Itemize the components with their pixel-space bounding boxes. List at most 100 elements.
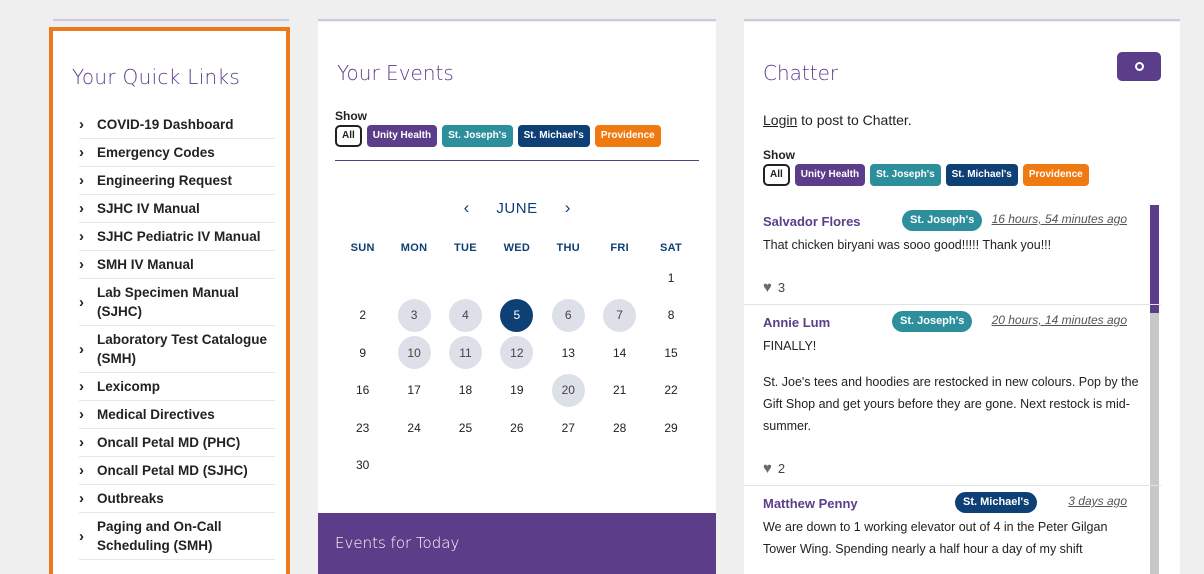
calendar-week: 23 24 25 26 27 28 29 [337, 409, 697, 447]
post-site-badge: St. Michael's [955, 492, 1038, 513]
calendar-day-cell: 2 [337, 299, 388, 332]
post-like-count: 2 [777, 460, 786, 476]
calendar-day-cell: 23 [337, 411, 388, 444]
calendar-day-today[interactable]: 5 [500, 298, 534, 332]
post-timestamp[interactable]: 3 days ago [1068, 494, 1127, 508]
calendar-day[interactable]: 24 [398, 411, 431, 444]
quick-link-laboratory-test-catalogue[interactable]: › Laboratory Test Catalogue (SMH) [79, 326, 275, 373]
login-link[interactable]: Login [763, 112, 797, 128]
calendar-day[interactable]: 29 [655, 411, 688, 444]
chatter-filter-st-josephs[interactable]: St. Joseph's [870, 164, 941, 186]
chevron-right-icon: › [79, 434, 84, 451]
calendar-day[interactable]: 14 [603, 336, 636, 369]
quick-link-oncall-petal-sjhc[interactable]: › Oncall Petal MD (SJHC) [79, 457, 275, 485]
quick-link-oncall-petal-phc[interactable]: › Oncall Petal MD (PHC) [79, 429, 275, 457]
calendar-day[interactable]: 15 [655, 336, 688, 369]
calendar-day-cell: 27 [543, 411, 594, 444]
chatter-post: Matthew Penny St. Michael's 3 days ago W… [744, 486, 1161, 574]
chatter-toggle-button[interactable] [1117, 52, 1161, 81]
chevron-right-icon: › [79, 116, 84, 133]
calendar-day-with-event[interactable]: 4 [448, 298, 482, 332]
heart-icon[interactable]: ♥ [763, 279, 772, 296]
weekday-mon: MON [400, 242, 428, 254]
calendar-day[interactable]: 9 [346, 336, 379, 369]
calendar-day[interactable]: 2 [346, 299, 379, 332]
quick-link-lab-specimen-manual[interactable]: › Lab Specimen Manual (SJHC) [79, 279, 275, 326]
quick-link-medical-directives[interactable]: › Medical Directives [79, 401, 275, 429]
calendar-day-cell: 30 [337, 449, 388, 482]
post-body: FINALLY! St. Joe's tees and hoodies are … [763, 335, 1143, 437]
chatter-filter-all[interactable]: All [763, 164, 790, 186]
calendar-day[interactable]: 27 [552, 411, 585, 444]
chatter-filters: All Unity Health St. Joseph's St. Michae… [763, 164, 1089, 186]
post-text: That chicken biryani was sooo good!!!!! … [763, 238, 1052, 252]
calendar-week: 9 10 11 12 13 14 15 [337, 334, 697, 372]
calendar-day-with-event[interactable]: 10 [397, 336, 431, 370]
calendar-day[interactable]: 26 [500, 411, 533, 444]
quick-link-emergency-codes[interactable]: › Emergency Codes [79, 139, 275, 167]
calendar-day[interactable]: 21 [603, 374, 636, 407]
chatter-title: Chatter [763, 61, 839, 85]
chatter-filter-unity-health[interactable]: Unity Health [794, 164, 866, 186]
quick-link-outbreaks[interactable]: › Outbreaks [79, 485, 275, 513]
calendar-day[interactable]: 13 [552, 336, 585, 369]
weekday-tue: TUE [454, 242, 477, 254]
calendar-day-with-event[interactable]: 3 [397, 298, 431, 332]
events-filter-st-josephs[interactable]: St. Joseph's [442, 125, 513, 147]
calendar-day[interactable]: 1 [655, 261, 688, 294]
post-author[interactable]: Annie Lum [763, 315, 830, 330]
quick-link-engineering-request[interactable]: › Engineering Request [79, 167, 275, 195]
calendar-day-cell: 28 [594, 411, 645, 444]
chatter-filter-providence[interactable]: Providence [1022, 164, 1089, 186]
post-author[interactable]: Salvador Flores [763, 214, 861, 229]
post-author[interactable]: Matthew Penny [763, 496, 858, 511]
chevron-right-icon: › [79, 256, 84, 273]
chevron-right-icon: › [79, 228, 84, 245]
post-text: St. Joe's tees and hoodies are restocked… [763, 375, 1139, 433]
post-timestamp[interactable]: 20 hours, 14 minutes ago [992, 313, 1127, 327]
events-filter-unity-health[interactable]: Unity Health [366, 125, 438, 147]
calendar-day-cell: 13 [543, 336, 594, 369]
calendar-day[interactable]: 30 [346, 449, 379, 482]
quick-link-covid-dashboard[interactable]: › COVID-19 Dashboard [79, 111, 275, 139]
calendar-day[interactable]: 22 [655, 374, 688, 407]
quick-link-sjhc-pediatric-iv-manual[interactable]: › SJHC Pediatric IV Manual [79, 223, 275, 251]
quick-link-smh-iv-manual[interactable]: › SMH IV Manual [79, 251, 275, 279]
next-month-chevron-right-icon[interactable]: › [560, 198, 576, 218]
post-timestamp[interactable]: 16 hours, 54 minutes ago [992, 212, 1127, 226]
calendar-day[interactable]: 16 [346, 374, 379, 407]
calendar-day-with-event[interactable]: 6 [551, 298, 585, 332]
calendar-day[interactable]: 17 [398, 374, 431, 407]
quick-link-paging-on-call[interactable]: › Paging and On-Call Scheduling (SMH) [79, 513, 275, 560]
calendar-day-with-event[interactable]: 11 [448, 336, 482, 370]
heart-icon[interactable]: ♥ [763, 460, 772, 477]
calendar-day-cell: 3 [388, 298, 439, 332]
calendar-day[interactable]: 25 [449, 411, 482, 444]
quick-link-sjhc-iv-manual[interactable]: › SJHC IV Manual [79, 195, 275, 223]
chevron-right-icon: › [79, 293, 84, 311]
quick-link-lexicomp[interactable]: › Lexicomp [79, 373, 275, 401]
calendar-day-with-event[interactable]: 7 [603, 298, 637, 332]
post-site-badge: St. Joseph's [892, 311, 973, 332]
calendar-day-with-event[interactable]: 20 [551, 373, 585, 407]
calendar-week: 2 3 4 5 6 7 8 [337, 297, 697, 335]
calendar-day[interactable]: 23 [346, 411, 379, 444]
events-show-label: Show [335, 109, 367, 123]
calendar-weekday-row: SUN MON TUE WED THU FRI SAT [337, 237, 697, 259]
post-site-badge: St. Joseph's [902, 210, 983, 231]
events-filter-st-michaels[interactable]: St. Michael's [517, 125, 590, 147]
calendar-day-cell: 11 [440, 336, 491, 370]
calendar-day-with-event[interactable]: 12 [500, 336, 534, 370]
events-filter-all[interactable]: All [335, 125, 362, 147]
events-filter-providence[interactable]: Providence [594, 125, 661, 147]
calendar-week: 16 17 18 19 20 21 22 [337, 372, 697, 410]
calendar-day[interactable]: 28 [603, 411, 636, 444]
chatter-filter-st-michaels[interactable]: St. Michael's [945, 164, 1018, 186]
calendar-day-cell: 15 [645, 336, 696, 369]
calendar-day[interactable]: 19 [500, 374, 533, 407]
calendar-day[interactable]: 8 [655, 299, 688, 332]
prev-month-chevron-left-icon[interactable]: ‹ [458, 198, 474, 218]
events-top-rule [318, 19, 716, 21]
calendar-day[interactable]: 18 [449, 374, 482, 407]
events-filter-group: Show All Unity Health St. Joseph's St. M… [335, 109, 661, 147]
